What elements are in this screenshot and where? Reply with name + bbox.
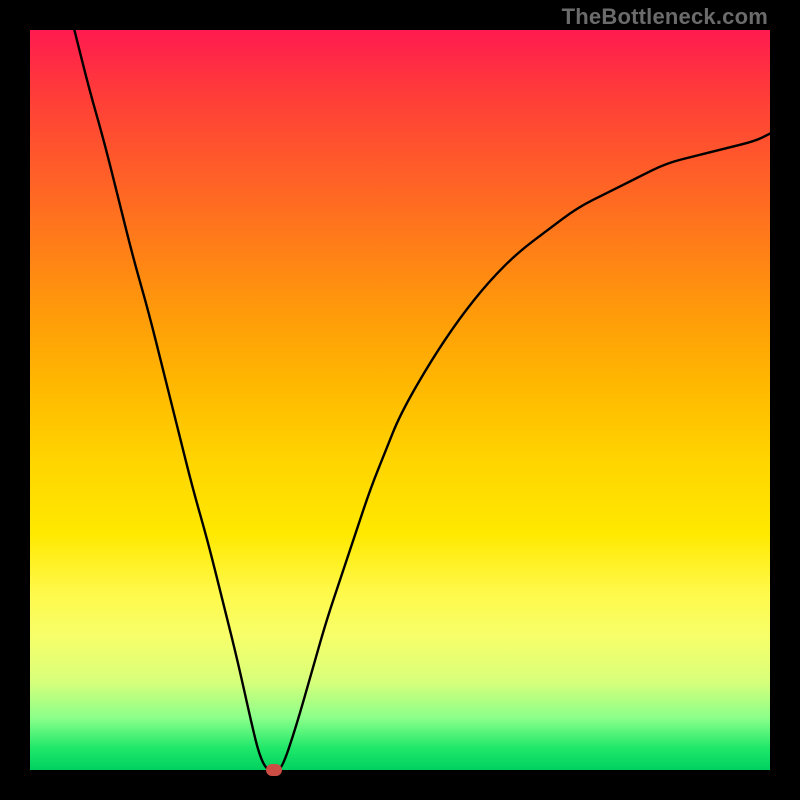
watermark-text: TheBottleneck.com — [562, 6, 768, 28]
optimum-marker — [266, 764, 282, 776]
chart-frame: TheBottleneck.com — [0, 0, 800, 800]
bottleneck-curve — [74, 30, 770, 770]
plot-area — [30, 30, 770, 770]
curve-svg — [30, 30, 770, 770]
